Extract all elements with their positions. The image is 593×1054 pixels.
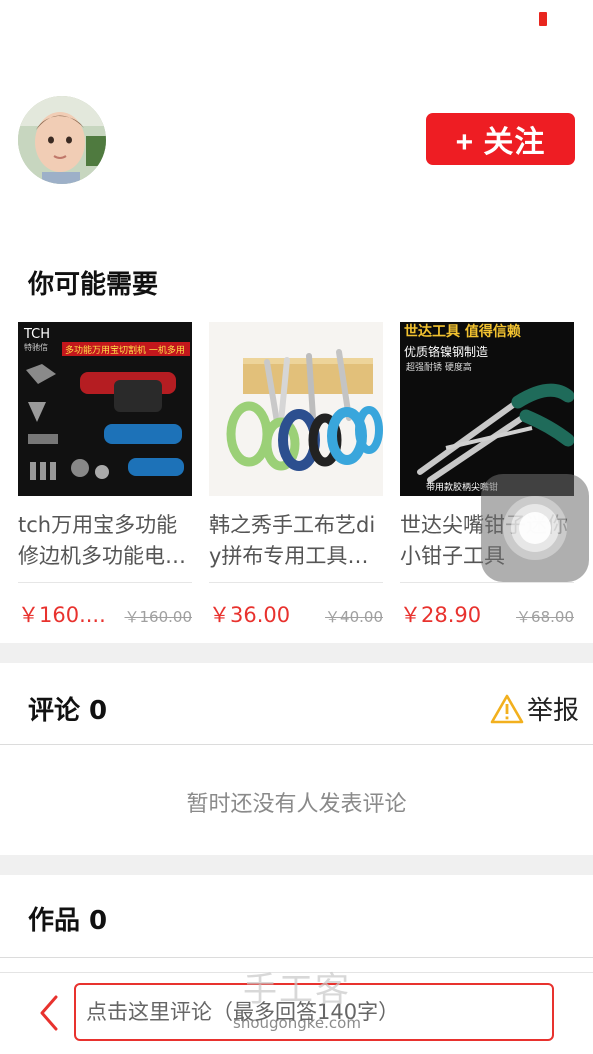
- divider: [0, 744, 593, 745]
- product-name[interactable]: tch万用宝多功能修边机多功能电动工具: [18, 510, 192, 572]
- report-label[interactable]: 举报: [527, 690, 579, 727]
- follow-button[interactable]: + 关注: [426, 113, 575, 165]
- avatar-image: [18, 96, 106, 184]
- empty-comments-text: 暂时还没有人发表评论: [186, 792, 407, 817]
- product-image[interactable]: [209, 322, 383, 496]
- image-line2-text: 超强耐锈 硬度高: [406, 361, 472, 373]
- image-banner-text: 世达工具 值得信赖: [404, 323, 521, 340]
- works-title: 作品 0: [28, 906, 108, 936]
- product-card[interactable]: 韩之秀手工布艺diy拼布专用工具剪刀 ￥36.00 ￥40.00: [209, 322, 383, 629]
- product-price: ￥160....: [18, 603, 106, 627]
- assistive-ring-inner: [519, 512, 551, 544]
- product-original-price: ￥160.00: [124, 608, 193, 626]
- back-button[interactable]: [34, 993, 64, 1033]
- avatar[interactable]: [18, 96, 106, 184]
- comment-bar: [0, 972, 593, 1054]
- product-price: ￥36.00: [209, 603, 291, 627]
- product-original-price: ￥40.00: [325, 608, 383, 626]
- product-image[interactable]: 世达工具 值得信赖 优质铬镍钢制造 超强耐锈 硬度高 带用款胶柄尖嘴钳: [400, 322, 574, 496]
- divider: [400, 582, 574, 583]
- image-brand-text: TCH: [23, 327, 50, 342]
- recommend-section-title: 你可能需要: [28, 270, 159, 300]
- warning-triangle-icon: [490, 694, 524, 723]
- divider: [209, 582, 383, 583]
- image-line1-text: 优质铬镍钢制造: [404, 344, 488, 359]
- section-separator: [0, 643, 593, 663]
- image-banner-text: 多功能万用宝切割机 一机多用: [65, 344, 185, 356]
- comment-input[interactable]: [74, 983, 554, 1041]
- comments-title: 评论 0: [28, 696, 108, 726]
- report-button[interactable]: 举报: [490, 690, 579, 727]
- product-name[interactable]: 韩之秀手工布艺diy拼布专用工具剪刀: [209, 510, 383, 572]
- product-price: ￥28.90: [400, 603, 482, 627]
- product-card[interactable]: TCH 特驰信 多功能万用宝切割机 一机多用 tch万用宝多功能修边机多功能电动…: [18, 322, 192, 629]
- divider: [0, 957, 593, 958]
- section-separator: [0, 855, 593, 875]
- status-indicator: [539, 12, 547, 26]
- image-brand-sub-text: 特驰信: [24, 342, 48, 352]
- assistive-touch-icon[interactable]: [481, 474, 589, 582]
- divider: [18, 582, 192, 583]
- product-original-price: ￥68.00: [516, 608, 574, 626]
- chevron-left-icon: [40, 995, 58, 1031]
- product-image[interactable]: TCH 特驰信 多功能万用宝切割机 一机多用: [18, 322, 192, 496]
